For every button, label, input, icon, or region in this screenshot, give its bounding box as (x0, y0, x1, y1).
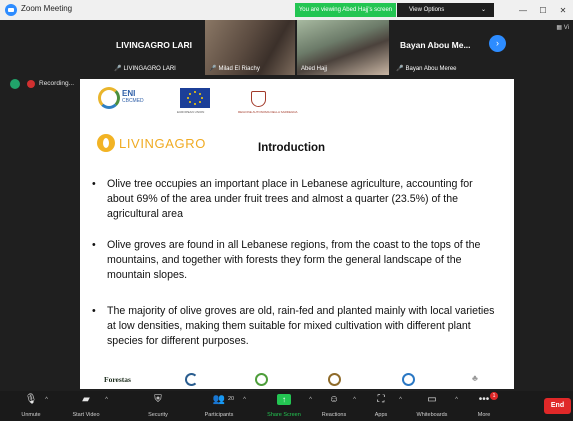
shared-screen-slide: ENI CBCMED EUROPEAN UNION REGIONE AUTONO… (80, 79, 514, 389)
participant-name: Bayan Abou Me... (400, 40, 471, 50)
chevron-down-icon: ⌄ (480, 7, 486, 13)
partner-logo-icon (255, 373, 268, 386)
view-toggle[interactable]: ▦ Vi (556, 24, 569, 31)
meeting-toolbar: 🎙 ^ Unmute ▰ ^ Start Video ⛨ Security 👥 … (0, 391, 573, 421)
slide-title: Introduction (258, 142, 326, 154)
participants-count: 20 (228, 396, 235, 402)
eni-logo-icon (98, 87, 120, 109)
apps-button[interactable]: ⛶ ^ Apps (366, 391, 402, 421)
whiteboards-button[interactable]: ▭ ^ Whiteboards (408, 391, 458, 421)
grid-icon: ▦ (556, 25, 564, 31)
smiley-icon: ☺ (328, 394, 340, 405)
participant-name: LIVINGAGRO LARI (116, 40, 193, 50)
security-shield-icon (10, 79, 20, 89)
shield-icon: ⛨ (154, 394, 162, 405)
whiteboard-icon: ▭ (427, 394, 437, 405)
start-video-button[interactable]: ▰ ^ Start Video (62, 391, 110, 421)
chevron-up-icon[interactable]: ^ (399, 397, 402, 403)
crest-caption: REGIONE AUTONOMA DELLA SARDEGNA (238, 110, 298, 114)
chevron-up-icon[interactable]: ^ (105, 397, 108, 403)
participants-icon: 👥 (212, 394, 226, 405)
end-meeting-button[interactable]: End (544, 398, 571, 414)
view-options-label: View Options (409, 7, 445, 13)
chevron-up-icon[interactable]: ^ (45, 397, 48, 403)
window-controls: — ☐ ✕ (513, 0, 573, 20)
title-bar: Zoom Meeting You are viewing Abed Hajj's… (0, 0, 573, 21)
unmute-button[interactable]: 🎙 ^ Unmute (12, 391, 50, 421)
eu-flag-icon (180, 88, 210, 108)
maximize-button[interactable]: ☐ (533, 1, 553, 21)
participants-button[interactable]: 👥 20 ^ Participants (194, 391, 246, 421)
participant-label: Abed Hajj (301, 66, 328, 72)
next-participants-button[interactable]: › (489, 35, 506, 52)
muted-mic-icon: 🎤 (209, 66, 217, 72)
share-screen-button[interactable]: ↑ ^ Share Screen (259, 391, 312, 421)
sardinia-crest-icon (251, 91, 266, 107)
close-button[interactable]: ✕ (553, 1, 573, 21)
security-button[interactable]: ⛨ Security (140, 391, 176, 421)
eu-caption: EUROPEAN UNION (177, 110, 205, 114)
partner-logo-icon (328, 373, 341, 386)
partner-logo-icon (402, 373, 415, 386)
participant-video-tile[interactable]: 🎤 Milad El Riachy (205, 20, 295, 75)
recording-label: Recording... (39, 80, 75, 87)
minimize-button[interactable]: — (513, 1, 533, 21)
participants-strip: LIVINGAGRO LARI 🎤 LIVINGAGRO LARI 🎤 Milad … (0, 20, 573, 75)
reactions-button[interactable]: ☺ ^ Reactions (316, 391, 356, 421)
muted-mic-icon: 🎤 (396, 66, 404, 72)
viewing-screen-banner: You are viewing Abed Hajj's screen (295, 3, 396, 17)
forestas-logo: Forestas (104, 375, 131, 384)
chevron-up-icon[interactable]: ^ (309, 397, 312, 403)
chevron-up-icon[interactable]: ^ (353, 397, 356, 403)
zoom-app-icon (5, 4, 17, 16)
participant-label: 🎤 Milad El Riachy (209, 66, 260, 72)
chevron-up-icon[interactable]: ^ (455, 397, 458, 403)
muted-mic-icon: 🎤 (114, 66, 122, 72)
video-off-icon: ▰ (82, 394, 90, 405)
notification-badge: 1 (490, 392, 498, 400)
zoom-window: Zoom Meeting You are viewing Abed Hajj's… (0, 0, 573, 421)
apps-icon: ⛶ (377, 394, 385, 405)
participant-tile[interactable]: LIVINGAGRO LARI 🎤 LIVINGAGRO LARI (110, 20, 202, 75)
more-button[interactable]: ••• 1 More (470, 391, 498, 421)
window-title: Zoom Meeting (21, 4, 73, 13)
active-speaker-video-tile[interactable]: Abed Hajj (297, 20, 389, 75)
recording-dot-icon (27, 80, 35, 88)
participant-tile[interactable]: Bayan Abou Me... 🎤 Bayan Abou Meree (392, 20, 487, 75)
participant-label: 🎤 LIVINGAGRO LARI (114, 66, 176, 72)
view-options-button[interactable]: View Options ⌄ (397, 3, 494, 17)
tree-logo-icon: ♣ (472, 373, 478, 383)
livingagro-wordmark: LIVINGAGRO (119, 136, 206, 151)
chevron-up-icon[interactable]: ^ (243, 397, 246, 403)
livingagro-logo-icon (97, 134, 115, 152)
share-screen-icon: ↑ (277, 394, 291, 405)
partner-logos-row: Forestas ♣ (80, 373, 514, 389)
chevron-right-icon: › (496, 38, 499, 48)
participant-label: 🎤 Bayan Abou Meree (396, 66, 457, 72)
partner-logo-icon (185, 373, 198, 386)
